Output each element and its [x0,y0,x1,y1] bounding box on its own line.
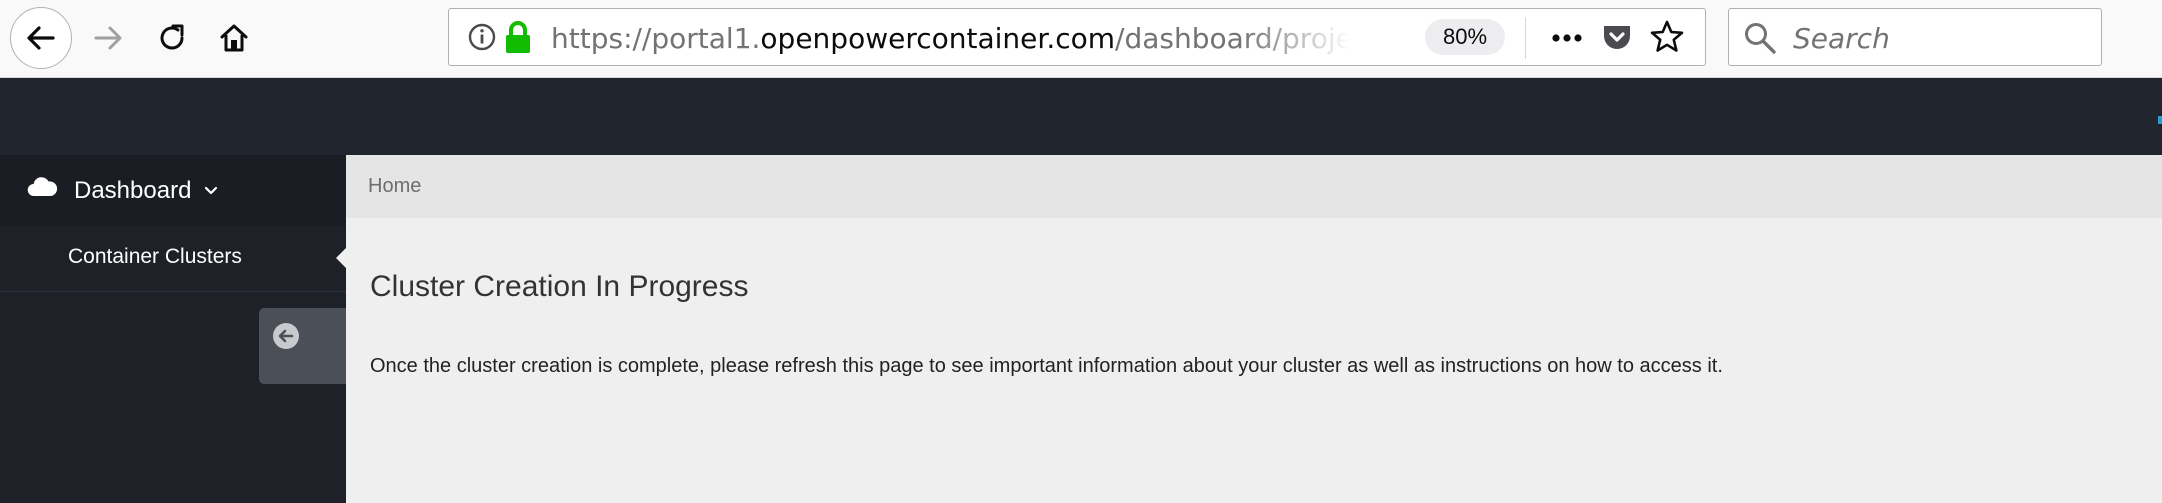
active-item-pointer [336,248,346,268]
more-dots-icon[interactable] [1549,22,1585,54]
back-arrow-icon [27,26,55,50]
search-bar[interactable] [1728,8,2102,66]
header-edge-accent [2158,116,2162,124]
search-icon [1745,23,1776,54]
chevron-down-icon [205,186,218,194]
sidebar: Dashboard Container Clusters [0,155,346,503]
sidebar-item-container-clusters[interactable]: Container Clusters [0,226,346,292]
app-header [0,78,2162,155]
sidebar-item-label: Container Clusters [68,245,242,268]
sidebar-collapse-button[interactable] [259,308,346,384]
sidebar-dashboard-menu[interactable]: Dashboard [0,155,346,226]
search-input[interactable] [1791,19,2095,57]
arrow-circle-left-icon [272,323,299,349]
home-button[interactable] [212,14,256,62]
sidebar-dashboard-label: Dashboard [74,176,192,204]
main-content: Cluster Creation In Progress Once the cl… [346,218,2162,503]
info-icon[interactable] [467,22,497,52]
reload-icon [160,24,184,50]
url-domain: openpowercontainer.com [760,22,1116,55]
page-title: Cluster Creation In Progress [370,270,749,303]
star-icon[interactable] [1649,19,1685,55]
browser-toolbar: https://portal1.openpowercontainer.com/d… [0,0,2162,78]
forward-arrow-icon [94,26,122,50]
reload-button[interactable] [150,14,194,62]
cloud-icon [27,176,58,196]
url-bar[interactable]: https://portal1.openpowercontainer.com/d… [448,8,1706,66]
cluster-status-message: Once the cluster creation is complete, p… [370,355,1723,377]
url-text[interactable]: https://portal1.openpowercontainer.com/d… [551,21,1351,57]
forward-button[interactable] [86,14,130,62]
url-path: /dashboard/project/stack [1115,22,1351,55]
breadcrumb-home[interactable]: Home [368,175,421,198]
back-button[interactable] [10,7,72,69]
breadcrumb: Home [346,155,2162,218]
url-prefix: https://portal1. [551,22,761,55]
lock-icon[interactable] [504,20,532,54]
pocket-icon[interactable] [1601,21,1633,53]
home-icon [220,24,248,52]
url-bar-divider [1525,17,1526,59]
zoom-level-badge[interactable]: 80% [1425,19,1505,55]
